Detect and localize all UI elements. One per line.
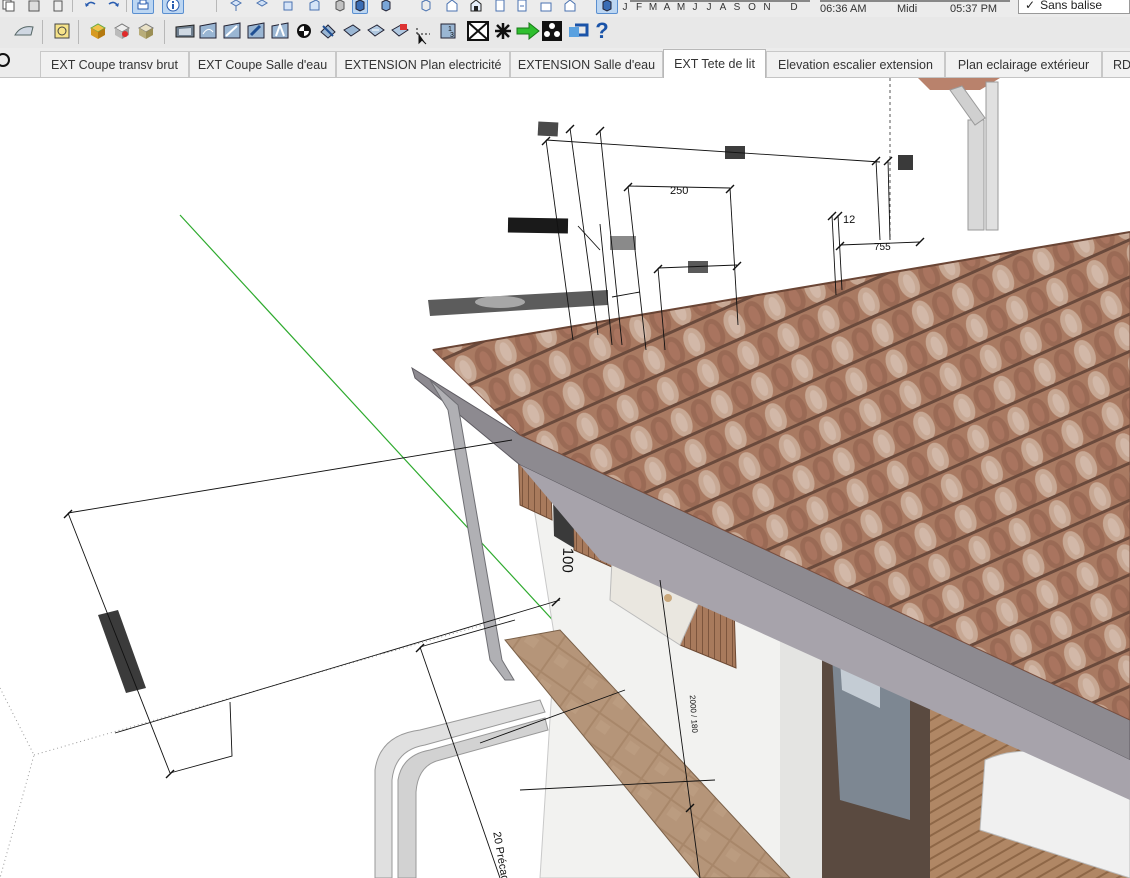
month-label: J xyxy=(692,2,698,13)
month-label: J xyxy=(622,2,628,13)
sandbox-icon[interactable] xyxy=(174,21,196,41)
forward-arrow-icon[interactable] xyxy=(516,21,540,41)
print-icon[interactable] xyxy=(132,0,154,14)
tab-ext-coupe-transv-brut[interactable]: EXT Coupe transv brut xyxy=(40,51,189,77)
tab-ext-tete-de-lit[interactable]: EXT Tete de lit xyxy=(663,49,766,78)
help-icon[interactable]: ? xyxy=(592,20,612,42)
tag-filter-value: Sans balise xyxy=(1040,0,1103,12)
tab-extension-salle-d-eau[interactable]: EXTENSION Salle d'eau xyxy=(510,51,663,77)
tag-filter-dropdown[interactable]: ✓ Sans balise xyxy=(1018,0,1130,14)
right-view-icon[interactable] xyxy=(306,0,322,14)
model-info-icon[interactable] xyxy=(162,0,184,14)
shaded-texture-icon[interactable] xyxy=(538,0,554,14)
toolbar-separator xyxy=(164,20,165,44)
time-end-label: 05:37 PM xyxy=(950,3,998,15)
select-arrow-icon[interactable] xyxy=(418,33,428,45)
add-detail-icon[interactable] xyxy=(318,21,338,41)
month-label: D xyxy=(790,2,798,13)
iso-view-icon[interactable] xyxy=(228,0,244,14)
month-label: A xyxy=(663,2,671,13)
downpipe-top xyxy=(918,78,1000,231)
from-contours-icon[interactable] xyxy=(198,21,218,41)
component-icon[interactable] xyxy=(596,0,618,14)
month-label: M xyxy=(676,2,686,13)
left-view-icon[interactable] xyxy=(352,0,368,14)
section-plane-icon[interactable] xyxy=(390,21,410,41)
drape-icon[interactable] xyxy=(294,21,314,41)
bottom-view-icon[interactable] xyxy=(378,0,394,14)
model-viewport[interactable]: 250 12 755 100 2000 / 180 20 Précadre xyxy=(0,78,1130,878)
redo-loop-icon[interactable] xyxy=(566,21,590,41)
box-material-icon[interactable] xyxy=(88,21,108,41)
toolbar-row-1: J F M A M J J A S O N D 06:36 AM Midi 05… xyxy=(0,0,1130,17)
toolbar-row-2: 13 ? xyxy=(0,17,1130,48)
scene-bar-handle-icon[interactable] xyxy=(0,53,10,67)
delete-icon[interactable] xyxy=(50,0,66,14)
monochrome-icon[interactable] xyxy=(562,0,578,14)
time-start-label: 06:36 AM xyxy=(820,3,867,15)
tab-elevation-escalier-extension[interactable]: Elevation escalier extension xyxy=(766,51,945,77)
explode-icon[interactable] xyxy=(492,21,514,41)
puzzle-icon[interactable] xyxy=(540,21,564,41)
undo-icon[interactable] xyxy=(82,0,98,14)
pipes xyxy=(374,699,549,878)
shadow-time-slider[interactable] xyxy=(820,0,1010,2)
toolbar-separator xyxy=(72,0,73,12)
redo-icon[interactable] xyxy=(106,0,122,14)
section-cut-icon[interactable]: 13 xyxy=(438,21,458,41)
front-view-icon[interactable] xyxy=(280,0,296,14)
month-label: J xyxy=(706,2,712,13)
tile-material-icon[interactable] xyxy=(136,21,156,41)
sphere-material-icon[interactable] xyxy=(112,21,132,41)
svg-text:3: 3 xyxy=(450,32,454,39)
stamp-icon[interactable] xyxy=(270,21,290,41)
zoom-extents-icon[interactable] xyxy=(366,21,386,41)
toolbar-separator xyxy=(216,0,217,12)
xray-style-icon[interactable] xyxy=(418,0,434,14)
top-view-icon[interactable] xyxy=(254,0,270,14)
dimension-label-755: 755 xyxy=(874,242,891,253)
month-label: N xyxy=(763,2,771,13)
month-label: A xyxy=(719,2,727,13)
paint-bucket-icon[interactable] xyxy=(52,21,72,41)
back-view-icon[interactable] xyxy=(332,0,348,14)
copy-icon[interactable] xyxy=(0,0,16,14)
dimension-label-20-precadre: 20 Précadre xyxy=(490,831,512,878)
flip-edge-icon[interactable] xyxy=(342,21,362,41)
toolbar-separator xyxy=(126,0,127,12)
from-scratch-icon[interactable] xyxy=(222,21,242,41)
tab-rd[interactable]: RD xyxy=(1102,51,1130,77)
paste-icon[interactable] xyxy=(26,0,42,14)
section-display-icon[interactable] xyxy=(466,21,490,41)
month-label: S xyxy=(733,2,741,13)
scene-tab-bar: EXT Coupe transv brut EXT Coupe Salle d'… xyxy=(0,48,1130,78)
dimension-label-250: 250 xyxy=(670,185,688,197)
month-label: M xyxy=(648,2,658,13)
hidden-line-icon[interactable] xyxy=(492,0,508,14)
checkmark-icon: ✓ xyxy=(1025,0,1036,12)
smoove-icon[interactable] xyxy=(246,21,266,41)
wireframe-icon[interactable] xyxy=(468,0,484,14)
dimension-label-100: 100 xyxy=(558,547,576,573)
backedges-style-icon[interactable] xyxy=(444,0,460,14)
toolbar-separator xyxy=(42,20,43,44)
walk-icon[interactable] xyxy=(12,21,36,41)
month-label: O xyxy=(748,2,756,13)
tab-ext-coupe-salle-d-eau[interactable]: EXT Coupe Salle d'eau xyxy=(189,51,336,77)
month-label: F xyxy=(635,2,643,13)
tab-plan-eclairage-exterieur[interactable]: Plan eclairage extérieur xyxy=(945,51,1102,77)
construction-line xyxy=(0,687,35,878)
dimension-label-12: 12 xyxy=(843,214,855,226)
shaded-icon[interactable] xyxy=(514,0,530,14)
tab-extension-plan-electricite[interactable]: EXTENSION Plan electricité xyxy=(336,51,510,77)
toolbar-separator xyxy=(78,20,79,44)
time-mid-label: Midi xyxy=(897,3,918,15)
